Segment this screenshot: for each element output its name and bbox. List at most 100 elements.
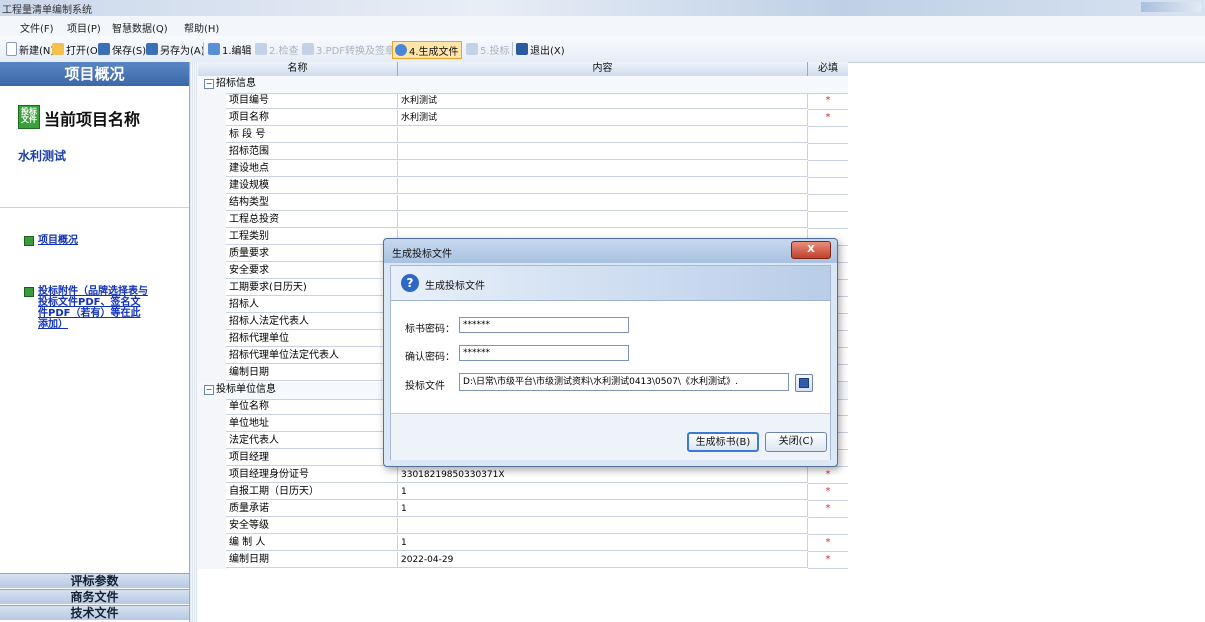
field-value-cell[interactable] bbox=[398, 127, 808, 143]
field-name-cell: 编 制 人 bbox=[226, 535, 398, 551]
grid-row[interactable]: 建设地点 bbox=[198, 161, 848, 178]
bullet-icon bbox=[24, 287, 34, 297]
new-button[interactable]: 新建(N) bbox=[6, 41, 54, 57]
field-name-cell: 建设地点 bbox=[226, 161, 398, 177]
open-button-label: 打开(O) bbox=[66, 45, 102, 57]
save-as-icon bbox=[146, 43, 158, 55]
field-value-cell[interactable]: 1 bbox=[398, 484, 808, 500]
row-indent bbox=[198, 518, 226, 535]
save-as-button[interactable]: 另存为(A) bbox=[146, 41, 205, 57]
required-mark: * bbox=[808, 93, 848, 110]
field-value-cell[interactable] bbox=[398, 161, 808, 177]
browse-save-icon[interactable] bbox=[795, 374, 813, 392]
grid-row[interactable]: 招标范围 bbox=[198, 144, 848, 161]
column-header-content[interactable]: 内容 bbox=[398, 62, 808, 76]
required-mark bbox=[808, 161, 848, 178]
grid-row[interactable]: 标 段 号 bbox=[198, 127, 848, 144]
required-mark: * bbox=[808, 501, 848, 518]
password-field[interactable]: ****** bbox=[459, 317, 629, 333]
pdf-sign-button[interactable]: 3.PDF转换及签章 bbox=[302, 41, 395, 57]
grid-group-row[interactable]: − 招标信息 bbox=[198, 76, 848, 94]
edit-button[interactable]: 1.编辑 bbox=[208, 41, 252, 57]
field-name-cell: 项目编号 bbox=[226, 93, 398, 109]
field-name-cell: 自报工期（日历天） bbox=[226, 484, 398, 500]
field-value-cell[interactable]: 水利测试 bbox=[398, 93, 808, 109]
field-value-cell[interactable] bbox=[398, 178, 808, 194]
field-value-cell[interactable] bbox=[398, 212, 808, 228]
tab-evaluation-params[interactable]: 评标参数 bbox=[0, 573, 189, 588]
bid-button[interactable]: 5.投标 bbox=[466, 41, 510, 57]
dialog-close-icon[interactable]: X bbox=[791, 241, 831, 259]
row-indent bbox=[198, 93, 226, 110]
grid-row[interactable]: 工程总投资 bbox=[198, 212, 848, 229]
field-name-cell: 招标人法定代表人 bbox=[226, 314, 398, 330]
row-indent bbox=[198, 552, 226, 569]
menu-help[interactable]: 帮助(H) bbox=[184, 20, 219, 35]
close-button[interactable]: 关闭(C) bbox=[765, 432, 827, 452]
confirm-password-label: 确认密码： bbox=[405, 352, 455, 363]
row-indent bbox=[198, 331, 226, 348]
field-value-cell[interactable]: 水利测试 bbox=[398, 110, 808, 126]
splitter[interactable] bbox=[190, 62, 198, 622]
menu-project[interactable]: 项目(P) bbox=[67, 20, 101, 35]
collapse-toggle-icon[interactable]: − bbox=[204, 79, 214, 89]
field-value-cell[interactable] bbox=[398, 144, 808, 160]
field-name-cell: 安全要求 bbox=[226, 263, 398, 279]
tab-technical-docs[interactable]: 技术文件 bbox=[0, 605, 189, 620]
field-value-cell[interactable] bbox=[398, 518, 808, 534]
check-button[interactable]: 2.检查 bbox=[255, 41, 299, 57]
field-value-cell[interactable]: 33018219850330371X bbox=[398, 467, 808, 483]
exit-icon bbox=[516, 43, 528, 55]
menu-file[interactable]: 文件(F) bbox=[20, 20, 54, 35]
check-icon bbox=[255, 43, 267, 55]
open-button[interactable]: 打开(O) bbox=[52, 41, 102, 57]
grid-row[interactable]: 结构类型 bbox=[198, 195, 848, 212]
save-button[interactable]: 保存(S) bbox=[98, 41, 146, 57]
grid-row[interactable]: 项目编号 水利测试 * bbox=[198, 93, 848, 110]
row-indent bbox=[198, 365, 226, 382]
dialog-banner: ? 生成投标文件 bbox=[391, 266, 830, 301]
field-name-cell: 项目名称 bbox=[226, 110, 398, 126]
generate-bid-dialog: 生成投标文件 X ? 生成投标文件 标书密码： ****** 确认密码： ***… bbox=[383, 238, 838, 467]
field-value-cell[interactable]: 1 bbox=[398, 501, 808, 517]
row-indent bbox=[198, 450, 226, 467]
grid-group-label: 招标信息 bbox=[216, 78, 256, 89]
row-indent bbox=[198, 314, 226, 331]
grid-row[interactable]: 质量承诺 1 * bbox=[198, 501, 848, 518]
bid-icon bbox=[466, 43, 478, 55]
field-value-cell[interactable]: 2022-04-29 bbox=[398, 552, 808, 568]
grid-row[interactable]: 编 制 人 1 * bbox=[198, 535, 848, 552]
window-controls[interactable] bbox=[1141, 2, 1201, 12]
menu-smart-data[interactable]: 智慧数据(Q) bbox=[112, 20, 168, 35]
generate-file-button[interactable]: 4.生成文件 bbox=[392, 41, 462, 59]
field-name-cell: 结构类型 bbox=[226, 195, 398, 211]
field-name-cell: 项目经理 bbox=[226, 450, 398, 466]
field-value-cell[interactable]: 1 bbox=[398, 535, 808, 551]
sidebar-item-attachments[interactable]: 投标附件（品牌选择表与投标文件PDF、签名文件PDF（若有）等在此添加） bbox=[38, 286, 148, 330]
row-indent bbox=[198, 399, 226, 416]
column-header-name[interactable]: 名称 bbox=[198, 62, 398, 76]
collapse-toggle-icon[interactable]: − bbox=[204, 385, 214, 395]
confirm-password-field[interactable]: ****** bbox=[459, 345, 629, 361]
grid-row[interactable]: 编制日期 2022-04-29 * bbox=[198, 552, 848, 569]
field-name-cell: 招标人 bbox=[226, 297, 398, 313]
generate-bid-button[interactable]: 生成标书(B) bbox=[687, 432, 759, 452]
grid-row[interactable]: 项目名称 水利测试 * bbox=[198, 110, 848, 127]
tab-business-docs[interactable]: 商务文件 bbox=[0, 589, 189, 604]
grid-row[interactable]: 自报工期（日历天） 1 * bbox=[198, 484, 848, 501]
save-as-button-label: 另存为(A) bbox=[160, 45, 205, 57]
grid-row[interactable]: 建设规模 bbox=[198, 178, 848, 195]
row-indent bbox=[198, 280, 226, 297]
grid-row[interactable]: 项目经理身份证号 33018219850330371X * bbox=[198, 467, 848, 484]
row-indent bbox=[198, 467, 226, 484]
field-name-cell: 工程总投资 bbox=[226, 212, 398, 228]
column-header-required[interactable]: 必填 bbox=[808, 62, 848, 76]
toolbar-separator bbox=[203, 42, 204, 56]
check-button-label: 2.检查 bbox=[269, 45, 299, 57]
sidebar-item-overview[interactable]: 项目概况 bbox=[38, 235, 168, 246]
bid-file-path-field[interactable]: D:\日常\市级平台\市级测试资料\水利测试0413\0507\《水利测试》. bbox=[459, 373, 789, 391]
exit-button[interactable]: 退出(X) bbox=[516, 41, 565, 57]
field-value-cell[interactable] bbox=[398, 195, 808, 211]
project-label: 当前项目名称 bbox=[44, 110, 141, 129]
grid-row[interactable]: 安全等级 bbox=[198, 518, 848, 535]
